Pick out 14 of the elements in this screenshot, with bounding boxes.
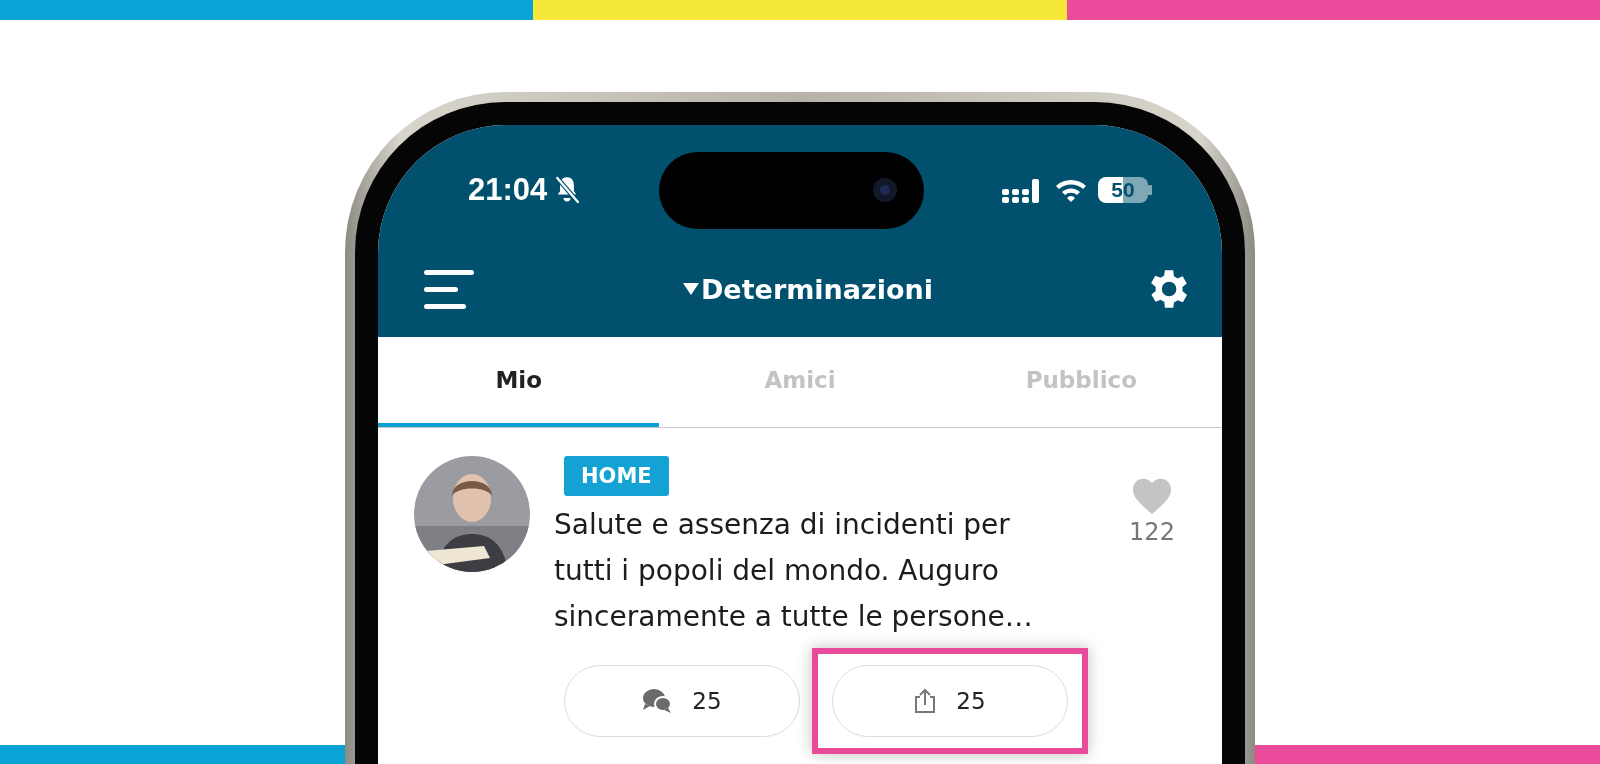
menu-icon[interactable] — [424, 268, 474, 310]
share-button[interactable]: 25 — [832, 665, 1068, 737]
wifi-icon — [1054, 177, 1088, 203]
signal-icon — [1002, 177, 1042, 203]
caret-icon — [682, 282, 699, 296]
share-icon — [914, 688, 937, 714]
category-tag: HOME — [564, 456, 669, 496]
comment-button[interactable]: 25 — [564, 665, 800, 737]
camera-icon — [872, 177, 899, 203]
comments-icon — [642, 688, 673, 714]
status-time: 21:04 — [468, 172, 548, 208]
like-count: 122 — [1129, 518, 1175, 546]
post-text: Salute e assenza di incidenti per tutti i popoli del mondo. Auguro sinceramente a tutte le persone… — [554, 507, 1034, 635]
category-dropdown[interactable]: Determinazioni — [682, 273, 934, 305]
